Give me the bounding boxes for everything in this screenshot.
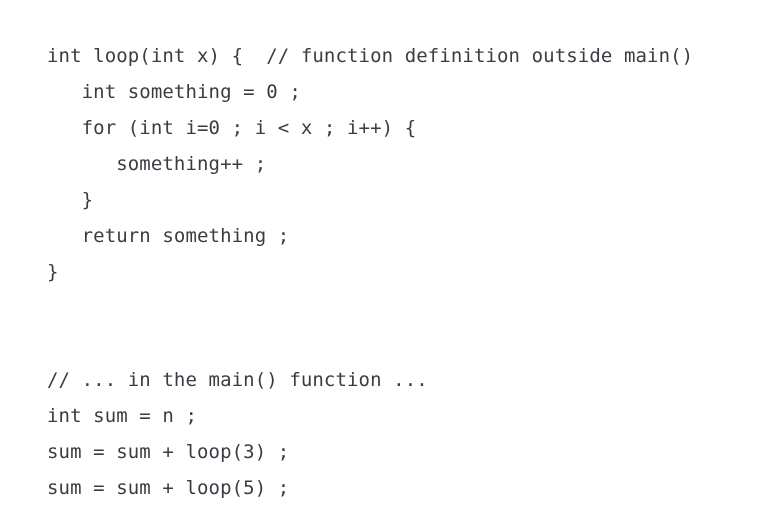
code-line: sum = sum + loop(3) ;	[47, 441, 290, 463]
code-line: sum = sum + loop(5) ;	[47, 477, 290, 499]
code-line: int sum = n ;	[47, 405, 198, 427]
code-line: }	[47, 261, 59, 283]
code-line: something++ ;	[47, 153, 267, 175]
code-block: int loop(int x) { // function definition…	[47, 38, 780, 506]
code-content: int loop(int x) { // function definition…	[47, 38, 780, 506]
code-line: // ... in the main() function ...	[47, 369, 428, 391]
code-line: int loop(int x) { // function definition…	[47, 45, 694, 67]
code-line: }	[47, 189, 94, 211]
code-line: return something ;	[47, 225, 290, 247]
code-line: int something = 0 ;	[47, 81, 301, 103]
code-line: for (int i=0 ; i < x ; i++) {	[47, 117, 417, 139]
code-figure: int loop(int x) { // function definition…	[0, 0, 780, 510]
